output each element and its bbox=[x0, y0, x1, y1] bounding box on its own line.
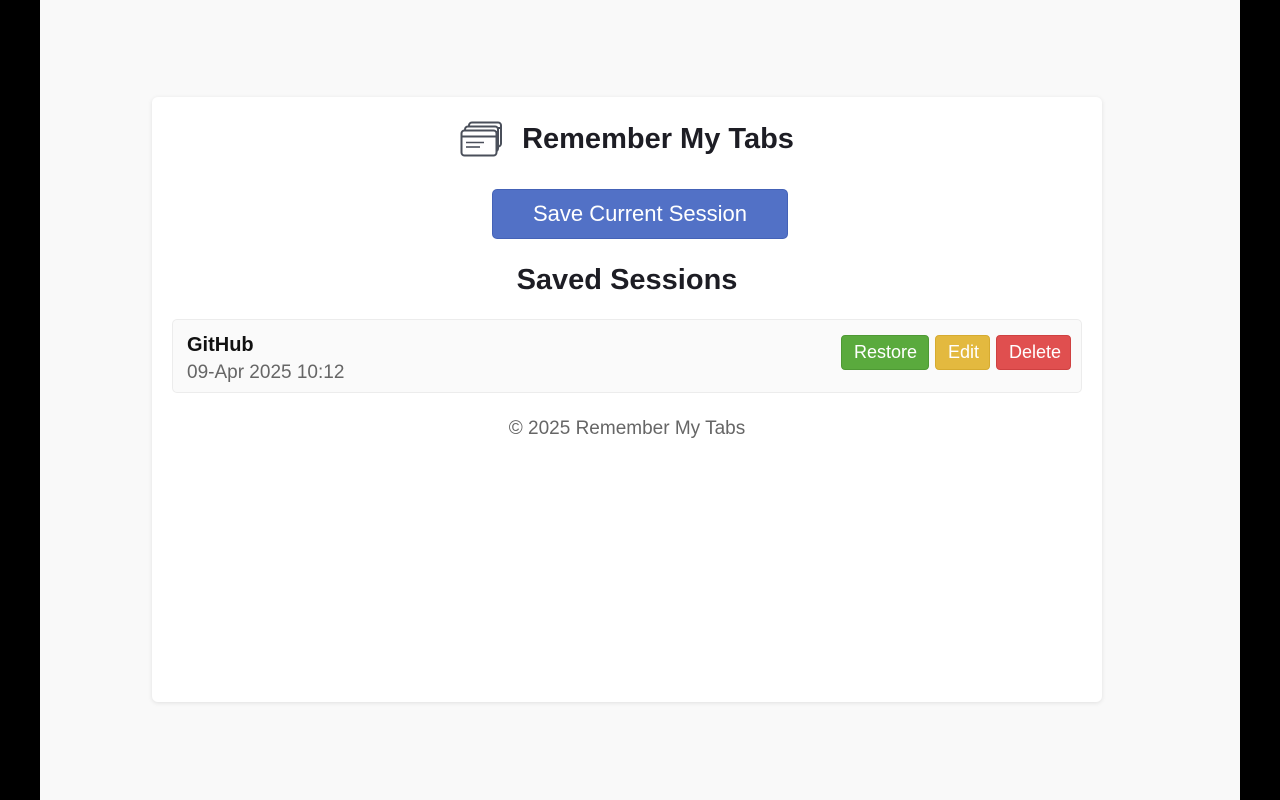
edit-button[interactable]: Edit bbox=[935, 335, 990, 370]
session-list-item: GitHub 09-Apr 2025 10:12 Restore Edit De… bbox=[172, 319, 1082, 393]
page-viewport: Remember My Tabs Save Current Session Sa… bbox=[40, 0, 1240, 800]
restore-button[interactable]: Restore bbox=[841, 335, 929, 370]
stacked-windows-icon bbox=[460, 121, 506, 157]
main-card: Remember My Tabs Save Current Session Sa… bbox=[152, 97, 1102, 702]
delete-button[interactable]: Delete bbox=[996, 335, 1071, 370]
footer-copyright: © 2025 Remember My Tabs bbox=[508, 418, 746, 439]
save-session-button[interactable]: Save Current Session bbox=[492, 189, 788, 239]
session-date: 09-Apr 2025 10:12 bbox=[187, 362, 345, 383]
session-name: GitHub bbox=[187, 334, 254, 356]
app-header: Remember My Tabs bbox=[152, 121, 1102, 157]
app-title: Remember My Tabs bbox=[522, 122, 794, 155]
saved-sessions-heading: Saved Sessions bbox=[516, 264, 738, 296]
session-actions: Restore Edit Delete bbox=[841, 335, 1071, 370]
